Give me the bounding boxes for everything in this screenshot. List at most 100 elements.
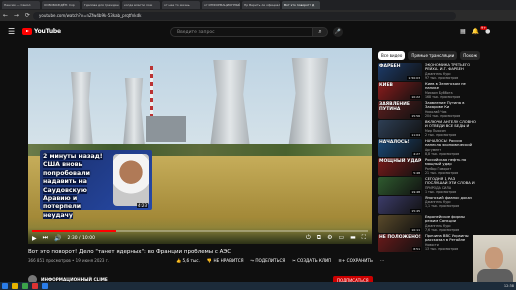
recommendation-title[interactable]: ВКЛЮЧИ АНГЕЛУ СЛОВНО И ОТВЕДИ ВСЕ БЕДЫ И… — [425, 120, 478, 129]
like-button[interactable]: 👍 5,6 тыс. — [176, 258, 200, 264]
progress-bar[interactable] — [32, 230, 368, 232]
overlay-duration: 4:23 — [137, 203, 148, 208]
thumbnail-duration: 1:50:03 — [407, 76, 421, 80]
recommendation-thumbnail[interactable]: МОЩНЫЙ УДАР 5:48 — [378, 158, 422, 176]
recommendation-title[interactable]: НАЧАЛОСЬ! Россия нанесла экономический у… — [425, 139, 478, 148]
recommendation-item[interactable]: ФАРБЕН 1:50:03 ЭКОНОМИКА ТРЕТЬЕГО РЕЙХА. И… — [378, 63, 478, 81]
person-portrait-image — [113, 154, 149, 206]
browser-tab[interactable]: Гдалова для граждан — [82, 1, 120, 9]
video-views: 366 851 просмотров • 19 июня 2023 г. — [28, 258, 110, 263]
play-icon[interactable]: ▶ — [32, 235, 37, 242]
recommendation-meta: СЕГОДНЯ 1 РАЗ ПОСЛУШАЙ ЭТИ СЛОВА И ЗДОРО… — [425, 177, 478, 195]
recommendation-item[interactable]: КИЕВ 10:22 Киев в Зеленском не панике Михаи… — [378, 82, 478, 100]
recommendation-title[interactable]: Заявление Путина в Захарове Ки — [425, 101, 478, 110]
recommendation-meta: Японский фианос доказ Джангель Курс 1,1 ты… — [425, 196, 478, 214]
youtube-logo[interactable]: YouTube — [22, 28, 61, 35]
recommendation-item[interactable]: 15:45 Японский фианос доказ Джангель Курс 1… — [378, 196, 478, 214]
start-icon[interactable] — [2, 283, 8, 289]
recommendation-item[interactable]: ЗАЯВЛЕНИЕ ПУТИНА 15:56 Заявление Путина в … — [378, 101, 478, 119]
recommendation-meta: ЭКОНОМИКА ТРЕТЬЕГО РЕЙХА. И.Г. ФАРБЕН Джа… — [425, 63, 478, 81]
share-button[interactable]: ↪ ПОДЕЛИТЬСЯ — [251, 258, 286, 264]
chip-live[interactable]: Прямые трансляции — [408, 51, 458, 60]
browser-tab[interactable]: от ИНФОРМАЦИОННЫЙ — [202, 1, 240, 9]
recommendation-views: 8,8 тыс. просмотров — [425, 152, 460, 156]
notification-badge: 9+ — [480, 26, 488, 30]
recommendation-thumbnail[interactable]: 15:45 — [378, 196, 422, 214]
chip-related[interactable]: Похож — [460, 51, 481, 60]
search-button[interactable]: ⌕ — [312, 27, 328, 37]
recommendation-item[interactable]: 11:04 ВКЛЮЧИ АНГЕЛУ СЛОВНО И ОТВЕДИ ВСЕ Б… — [378, 120, 478, 138]
browser-tab-active[interactable]: Вот это поворот! Д — [282, 1, 320, 9]
recommendation-title[interactable]: Киев в Зеленском не панике — [425, 82, 478, 91]
hamburger-menu-icon[interactable]: ☰ — [8, 27, 15, 36]
recommendation-thumbnail[interactable]: ФАРБЕН 1:50:03 — [378, 63, 422, 81]
url-input[interactable]: youtube.com/watch?v=nZfw4b9k-53kab_prqtf… — [33, 11, 456, 20]
recommendation-item[interactable]: НАЧАЛОСЬ! 4:27 НАЧАЛОСЬ! Россия нанесла эк… — [378, 139, 478, 157]
browser-tab[interactable]: ОСВОБОЖДЁН: Сор — [42, 1, 80, 9]
chip-all[interactable]: Все видео — [378, 51, 406, 60]
clip-button[interactable]: ✂ СОЗДАТЬ КЛИП — [292, 258, 331, 264]
recommendation-thumbnail[interactable]: 10:11 — [378, 215, 422, 233]
fullscreen-icon[interactable]: ⛶ — [362, 234, 366, 242]
plant-building-image — [146, 116, 186, 142]
search-input[interactable]: Введите запрос — [170, 27, 318, 37]
subtitles-icon[interactable]: ⧉ — [317, 234, 321, 242]
recommendation-views: 168 тыс. просмотров — [425, 94, 461, 99]
recommendation-views: 1,1 тыс. просмотров — [425, 204, 460, 209]
thumbnail-text: КИЕВ — [379, 83, 393, 88]
thumbnail-duration: 15:56 — [410, 114, 421, 118]
clock: 12:38 — [503, 284, 514, 288]
recommendation-meta: Киев в Зеленском не панике Михаил Буббота… — [425, 82, 478, 100]
browser-tab[interactable]: от нее то жизнь — [162, 1, 200, 9]
recommendation-meta: НАЧАЛОСЬ! Россия нанесла экономический у… — [425, 139, 478, 157]
recommendation-views: 21 тыс. просмотров — [425, 170, 459, 175]
more-button[interactable]: ⋯ — [380, 258, 384, 264]
address-bar: ← → ⟳ youtube.com/watch?v=nZfw4b9k-53kab… — [0, 10, 516, 21]
recommendation-meta: ВКЛЮЧИ АНГЕЛУ СЛОВНО И ОТВЕДИ ВСЕ БЕДЫ И… — [425, 120, 478, 138]
browser-tab[interactable]: когда власти лож — [122, 1, 160, 9]
next-icon[interactable]: ⏭ — [43, 234, 48, 242]
thumbnail-duration: 4:27 — [412, 152, 421, 156]
save-button[interactable]: ≡+ СОХРАНИТЬ — [338, 258, 373, 264]
app-icon[interactable] — [22, 283, 28, 289]
overlay-text: 2 минуты назад! США вновь попробовали на… — [43, 153, 103, 219]
autoplay-toggle-icon[interactable]: ⏻ — [306, 234, 311, 242]
recommendation-title[interactable]: Российская нефть по мощный удар — [425, 158, 478, 167]
recommendation-item[interactable]: 10:11 Европейские фирмы режим Санкции Джан… — [378, 215, 478, 233]
youtube-play-icon — [22, 28, 32, 35]
thumbnail-text: ФАРБЕН — [379, 64, 401, 69]
dislike-button[interactable]: 👎 НЕ НРАВИТСЯ — [207, 258, 244, 264]
logo-text: YouTube — [34, 28, 61, 35]
filter-chips: Все видео Прямые трансляции Похож — [378, 51, 481, 60]
header-icons[interactable]: ▦🔔● — [460, 28, 496, 35]
folder-icon[interactable] — [12, 283, 18, 289]
volume-icon[interactable]: 🔊 — [54, 235, 61, 242]
thumbnail-duration: 11:04 — [410, 133, 421, 137]
app-icon[interactable] — [42, 283, 48, 289]
browser-icon[interactable] — [32, 283, 38, 289]
recommendation-thumbnail[interactable]: НАЧАЛОСЬ! 4:27 — [378, 139, 422, 157]
recommendation-thumbnail[interactable]: 19:48 — [378, 177, 422, 195]
recommendation-item[interactable]: НЕ ПОЛОЖЕНО! 8:51 Причина ВВС Украины расс… — [378, 234, 478, 252]
recommendation-thumbnail[interactable]: НЕ ПОЛОЖЕНО! 8:51 — [378, 234, 422, 252]
recommendation-views: 2 тыс. просмотров — [425, 133, 457, 137]
recommendation-title[interactable]: Причина ВВС Украины рассказал в Ретайле — [425, 234, 478, 243]
video-player[interactable]: 2 минуты назад! США вновь попробовали на… — [28, 48, 372, 244]
recommendation-title[interactable]: СЕГОДНЯ 1 РАЗ ПОСЛУШАЙ ЭТИ СЛОВА И ЗДОРО… — [425, 177, 478, 186]
theater-icon[interactable]: ▬ — [350, 234, 356, 242]
recommendation-item[interactable]: 19:48 СЕГОДНЯ 1 РАЗ ПОСЛУШАЙ ЭТИ СЛОВА И … — [378, 177, 478, 195]
browser-tab[interactable]: Пенсии — Самол — [2, 1, 40, 9]
settings-icon[interactable]: ⚙ — [327, 234, 332, 242]
recommendation-thumbnail[interactable]: КИЕВ 10:22 — [378, 82, 422, 100]
recommendation-item[interactable]: МОЩНЫЙ УДАР 5:48 Российская нефть по мощны… — [378, 158, 478, 176]
recommendation-thumbnail[interactable]: ЗАЯВЛЕНИЕ ПУТИНА 15:56 — [378, 101, 422, 119]
recommendation-title[interactable]: Европейские фирмы режим Санкции — [425, 215, 478, 224]
nav-buttons[interactable]: ← → ⟳ — [0, 12, 33, 19]
miniplayer-icon[interactable]: ▭ — [338, 234, 344, 242]
recommendation-thumbnail[interactable]: 11:04 — [378, 120, 422, 138]
mic-icon[interactable]: 🎤 — [333, 27, 343, 37]
action-row: 👍 5,6 тыс. 👎 НЕ НРАВИТСЯ ↪ ПОДЕЛИТЬСЯ ✂ … — [176, 258, 384, 264]
recommendation-meta: Российская нефть по мощный удар Разбор Го… — [425, 158, 478, 176]
browser-tab[interactable]: Пр Верить ли официаль — [242, 1, 280, 9]
recommendation-title[interactable]: ЭКОНОМИКА ТРЕТЬЕГО РЕЙХА. И.Г. ФАРБЕН — [425, 63, 478, 72]
